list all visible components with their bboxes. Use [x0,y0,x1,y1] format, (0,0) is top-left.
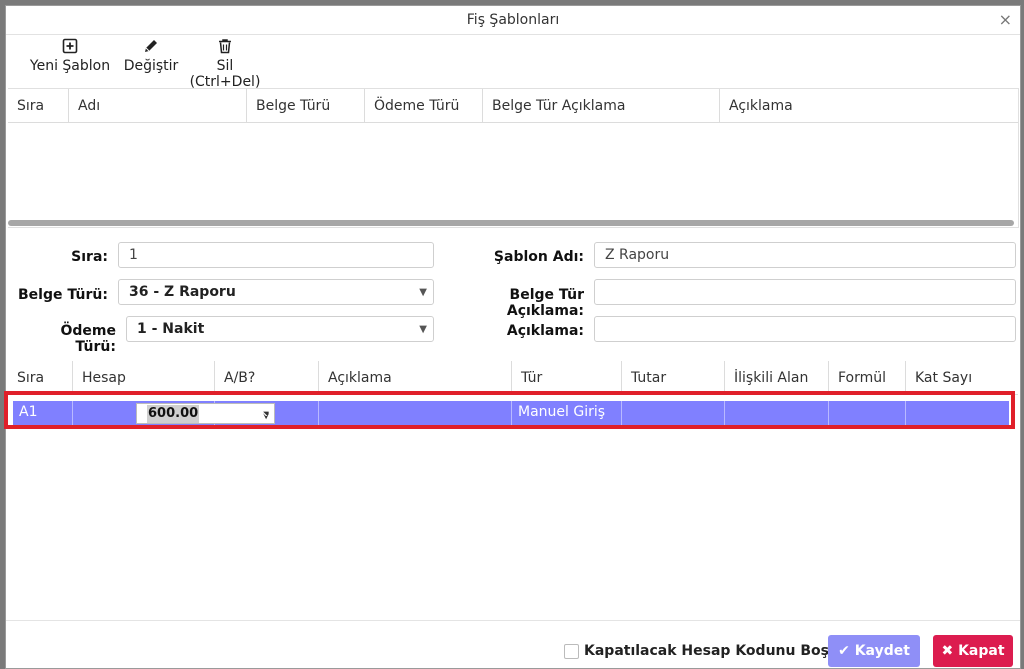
save-label: Kaydet [854,643,910,659]
cell-kat-sayi[interactable] [906,401,1009,425]
plus-square-icon [62,38,78,54]
belge-tur-aciklama-label: Belge Tür Açıklama: [506,287,584,319]
column-header-sira[interactable]: Sıra [8,361,73,395]
column-header-belge-tur-aciklama[interactable]: Belge Tür Açıklama [483,89,720,123]
sira-input[interactable]: 1 [118,242,434,268]
edit-button[interactable]: Değiştir [114,36,188,84]
new-template-label: Yeni Şablon [29,58,111,74]
chevron-down-icon: ▼ [419,287,427,298]
sira-label: Sıra: [71,249,108,265]
sablon-adi-label: Şablon Adı: [493,249,584,265]
cell-tur[interactable]: Manuel Giriş [512,401,622,425]
column-header-formul[interactable]: Formül [829,361,906,395]
dialog-titlebar: Fiş Şablonları × [6,6,1020,35]
new-template-button[interactable]: Yeni Şablon [20,36,120,84]
column-header-sira[interactable]: Sıra [8,89,69,123]
delete-label: Sil (Ctrl+Del) [189,58,261,90]
odeme-turu-value: 1 - Nakit [137,321,205,337]
column-header-aciklama[interactable]: Açıklama [319,361,512,395]
dialog-title: Fiş Şablonları [466,12,560,28]
column-header-odeme-turu[interactable]: Ödeme Türü [365,89,483,123]
hesap-value: 600.00 [147,405,200,423]
chevron-down-icon: ▼ [419,324,427,335]
templates-grid[interactable]: Sıra Adı Belge Türü Ödeme Türü Belge Tür… [8,88,1019,228]
aciklama-label: Açıklama: [506,323,584,339]
column-header-adi[interactable]: Adı [69,89,247,123]
dialog-footer: Kapatılacak Hesap Kodunu Boşalt ✔ Kaydet… [6,620,1020,668]
cell-iliskili-alan[interactable] [725,401,829,425]
close-button[interactable]: ✖ Kapat [933,635,1013,667]
edit-label: Değiştir [123,58,179,74]
column-header-hesap[interactable]: Hesap [73,361,215,395]
column-header-belge-turu[interactable]: Belge Türü [247,89,365,123]
column-header-iliskili-alan[interactable]: İlişkili Alan [725,361,829,395]
column-header-tur[interactable]: Tür [512,361,622,395]
pencil-icon [145,40,157,52]
belge-tur-aciklama-input[interactable] [594,279,1016,305]
cell-tutar[interactable] [622,401,725,425]
belge-turu-label: Belge Türü: [17,287,108,303]
belge-turu-select[interactable]: 36 - Z Raporu ▼ [118,279,434,305]
cell-sira[interactable]: A1 [13,401,73,425]
belge-turu-value: 36 - Z Raporu [129,284,236,300]
column-header-aciklama[interactable]: Açıklama [720,89,1018,123]
x-icon: ✖ [941,643,954,659]
table-row[interactable]: A1 600.00 ▼ Alacaklı Manuel Giriş [13,401,1009,425]
horizontal-scrollbar[interactable] [8,220,1014,226]
fis-sablonlari-dialog: Fiş Şablonları × Yeni Şablon Değiştir Si… [5,5,1021,669]
toolbar: Yeni Şablon Değiştir Sil (Ctrl+Del) [6,36,1020,90]
column-header-kat-sayi[interactable]: Kat Sayı [906,361,1018,395]
close-label: Kapat [958,643,1005,659]
cell-formul[interactable] [829,401,906,425]
column-header-tutar[interactable]: Tutar [622,361,725,395]
checkbox-label[interactable]: Kapatılacak Hesap Kodunu Boşalt [584,643,850,659]
odeme-turu-label: Ödeme Türü: [60,323,116,355]
aciklama-input[interactable] [594,316,1016,342]
sablon-adi-input[interactable]: Z Raporu [594,242,1016,268]
column-header-ab[interactable]: A/B? [215,361,319,395]
trash-icon [219,39,231,54]
save-button[interactable]: ✔ Kaydet [828,635,920,667]
cell-hesap[interactable]: 600.00 ▼ [73,401,275,425]
cell-ab[interactable]: Alacaklı [215,401,319,425]
check-icon: ✔ [838,643,850,659]
kapatilacak-hesap-checkbox[interactable] [564,644,579,659]
cell-aciklama[interactable] [319,401,512,425]
lines-grid[interactable]: Sıra Hesap A/B? Açıklama Tür Tutar İlişk… [8,361,1018,623]
delete-button[interactable]: Sil (Ctrl+Del) [184,36,266,90]
odeme-turu-select[interactable]: 1 - Nakit ▼ [126,316,434,342]
close-icon[interactable]: × [999,10,1012,29]
